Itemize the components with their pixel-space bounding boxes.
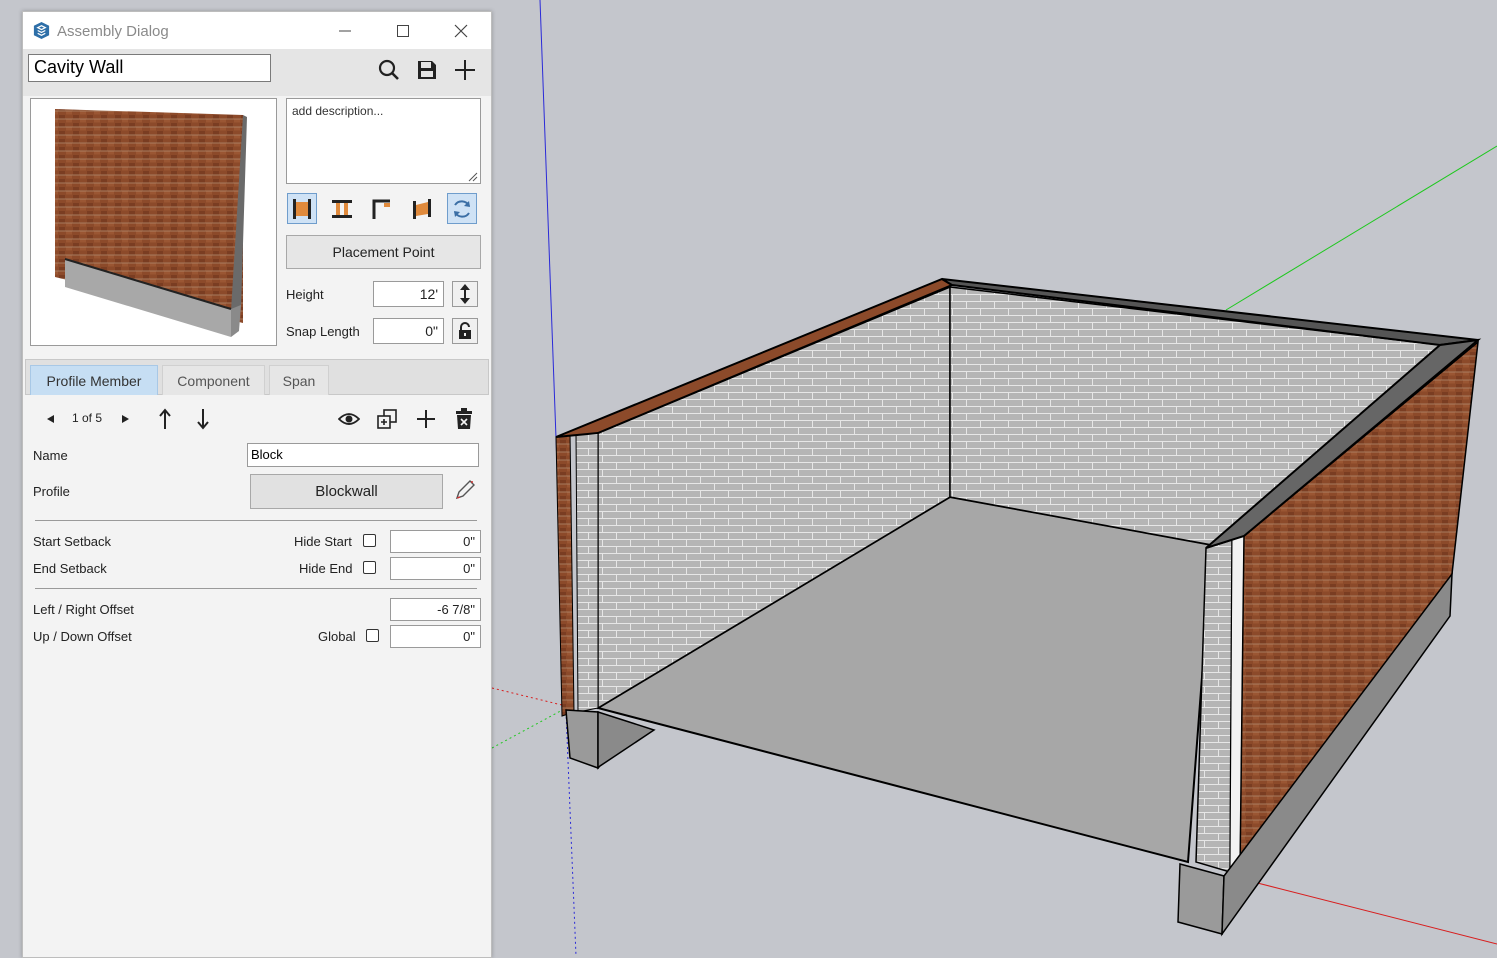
tab-profile-member[interactable]: Profile Member [30,365,158,395]
description-textarea[interactable]: add description... [286,98,481,184]
red-axis [1229,875,1497,945]
corner-mode-icon [372,199,390,219]
right-foundation-front[interactable] [1177,863,1225,935]
height-label: Height [286,287,324,302]
tab-span[interactable]: Span [269,365,329,395]
add-assembly-button[interactable] [452,57,478,83]
hide-end-label: Hide End [299,561,353,576]
lock-icon [459,322,471,339]
window-title: Assembly Dialog [57,23,169,40]
member-navigation: 1 of 5 [23,405,491,433]
plus-icon [455,60,475,80]
duplicate-member-button[interactable] [375,407,399,431]
global-label: Global [318,629,356,644]
angled-mode-button[interactable] [407,193,437,224]
move-member-down-button[interactable] [191,407,215,431]
start-setback-label: Start Setback [33,534,112,549]
green-axis [1225,145,1497,311]
move-member-up-button[interactable] [153,407,177,431]
height-input[interactable]: 12' [373,281,444,307]
left-wall-block-edge[interactable] [575,432,599,713]
sketchup-logo-icon [33,21,50,40]
end-setback-input[interactable]: 0" [390,557,481,580]
close-button[interactable] [438,12,484,49]
next-member-button[interactable] [113,407,137,431]
wall-mode-button[interactable] [287,193,317,224]
arrow-down-icon [197,409,209,430]
green-axis-hidden [491,707,567,749]
wall-mode-icon [293,198,311,219]
hide-start-checkbox[interactable] [363,534,376,547]
duplicate-icon [377,409,397,429]
left-wall-brick-edge[interactable] [555,432,575,717]
member-name-input[interactable]: Block [247,443,479,467]
hide-end-checkbox[interactable] [363,561,376,574]
global-checkbox[interactable] [366,629,379,642]
section-divider [35,588,477,589]
toolbar: Cavity Wall [23,49,491,96]
edit-profile-button[interactable] [453,478,477,502]
arrow-up-icon [159,408,171,429]
previous-member-button[interactable] [39,407,63,431]
up-down-offset-label: Up / Down Offset [33,629,132,644]
tab-component[interactable]: Component [162,365,265,395]
profile-label: Profile [33,484,70,499]
floor-mode-icon [332,199,352,218]
vertical-arrows-icon [460,284,470,304]
angled-mode-icon [413,198,431,219]
minimize-icon [339,30,351,31]
height-flip-button[interactable] [452,281,478,307]
search-icon [378,59,399,80]
snap-length-label: Snap Length [286,324,360,339]
floor-mode-button[interactable] [327,193,357,224]
end-setback-label: End Setback [33,561,107,576]
title-bar[interactable]: Assembly Dialog [23,12,491,49]
profile-select-button[interactable]: Blockwall [250,474,443,509]
triangle-left-icon [47,415,54,423]
save-button[interactable] [414,57,440,83]
add-member-button[interactable] [414,407,438,431]
assembly-preview [30,98,277,346]
close-icon [454,24,468,37]
refresh-button[interactable] [447,193,477,224]
maximize-button[interactable] [380,12,426,49]
placement-point-button[interactable]: Placement Point [286,235,481,269]
member-name-label: Name [33,448,68,463]
start-setback-input[interactable]: 0" [390,530,481,553]
left-right-offset-label: Left / Right Offset [33,602,134,617]
delete-member-button[interactable] [452,407,476,431]
triangle-right-icon [122,415,129,423]
refresh-icon [454,199,470,218]
plus-icon [417,410,435,428]
red-axis-hidden [491,687,567,707]
snap-length-input[interactable]: 0" [373,318,444,344]
assembly-dialog: Assembly Dialog Cavity Wall add descript… [22,11,492,958]
section-divider [35,520,477,521]
eye-icon [338,413,360,425]
search-button[interactable] [376,57,402,83]
tab-strip: Profile Member Component Span [25,359,489,395]
toggle-visibility-button[interactable] [337,407,361,431]
snap-lock-button[interactable] [452,318,478,344]
left-right-offset-input[interactable]: -6 7/8" [390,598,481,621]
corner-mode-button[interactable] [367,193,397,224]
resize-grip-icon[interactable] [468,172,478,182]
maximize-icon [397,24,409,37]
member-counter: 1 of 5 [72,411,103,425]
assembly-name-input[interactable]: Cavity Wall [28,54,271,82]
wall-preview-image [55,109,247,337]
save-icon [418,61,436,79]
minimize-button[interactable] [322,12,368,49]
left-foundation[interactable] [565,709,599,770]
up-down-offset-input[interactable]: 0" [390,625,481,648]
pencil-icon [455,480,475,500]
hide-start-label: Hide Start [294,534,352,549]
trash-icon [456,408,472,429]
